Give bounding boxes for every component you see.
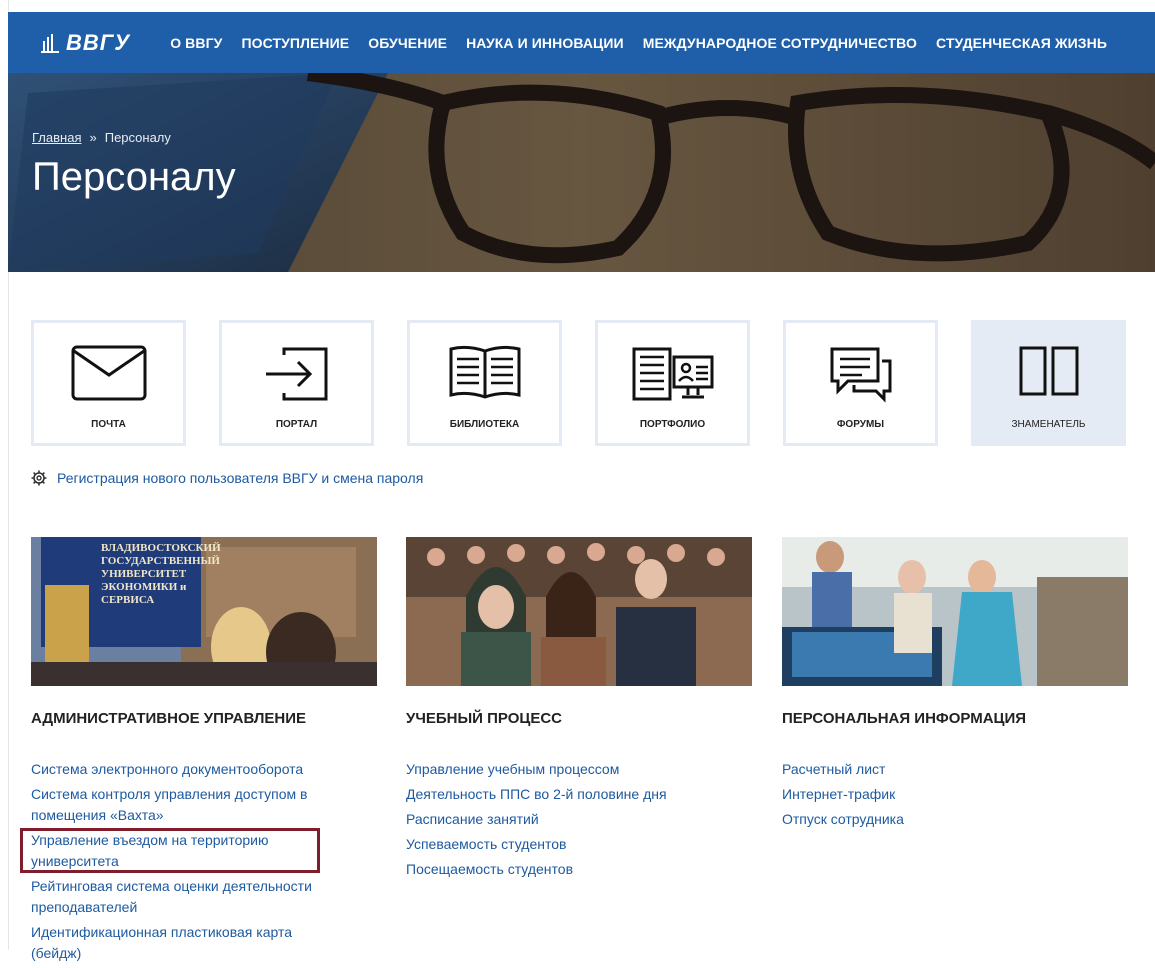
tile-week-parity[interactable]: ЗНАМЕНАТЕЛЬ (971, 320, 1126, 446)
photo-sign-line-3: УНИВЕРСИТЕТ (101, 568, 187, 580)
link-id-card[interactable]: Идентификационная пластиковая карта (бей… (31, 922, 341, 964)
service-tiles: ПОЧТА ПОРТАЛ БИБЛИОТЕКА ПОРТФОЛИО ФОРУМЫ… (31, 320, 1155, 446)
admin-section-title: АДМИНИСТРАТИВНОЕ УПРАВЛЕНИЕ (31, 710, 307, 727)
breadcrumb-current: Персоналу (104, 130, 171, 145)
registration-link[interactable]: Регистрация нового пользователя ВВГУ и с… (57, 470, 423, 486)
registration-row: Регистрация нового пользователя ВВГУ и с… (31, 470, 423, 486)
link-afternoon-activity[interactable]: Деятельность ППС во 2-й половине дня (406, 784, 716, 805)
photo-sign-line-1: ВЛАДИВОСТОКСКИЙ (101, 542, 221, 554)
study-photo[interactable] (406, 537, 752, 686)
tile-mail-label: ПОЧТА (91, 419, 126, 430)
main-nav: О ВВГУ ПОСТУПЛЕНИЕ ОБУЧЕНИЕ НАУКА И ИННО… (170, 35, 1126, 51)
tile-portfolio-label: ПОРТФОЛИО (639, 419, 706, 430)
tile-library-label: БИБЛИОТЕКА (449, 419, 520, 430)
admin-photo-image: ВЛАДИВОСТОКСКИЙ ГОСУДАРСТВЕННЫЙ УНИВЕРСИ… (31, 537, 377, 686)
link-grades[interactable]: Успеваемость студентов (406, 834, 716, 855)
breadcrumb-separator: » (89, 130, 97, 145)
link-study-management[interactable]: Управление учебным процессом (406, 759, 716, 780)
tile-forums[interactable]: ФОРУМЫ (783, 320, 938, 446)
personal-photo[interactable] (782, 537, 1128, 686)
week-parity-icon (1019, 346, 1078, 396)
tile-week-parity-label: ЗНАМЕНАТЕЛЬ (1011, 419, 1086, 430)
study-photo-image (406, 537, 752, 686)
breadcrumb: Главная » Персоналу (32, 130, 171, 145)
tile-portfolio[interactable]: ПОРТФОЛИО (595, 320, 750, 446)
link-schedule[interactable]: Расписание занятий (406, 809, 716, 830)
nav-about[interactable]: О ВВГУ (170, 35, 222, 51)
site-logo[interactable]: ВВГУ (40, 30, 130, 56)
nav-international[interactable]: МЕЖДУНАРОДНОЕ СОТРУДНИЧЕСТВО (643, 35, 917, 51)
nav-education[interactable]: ОБУЧЕНИЕ (368, 35, 447, 51)
nav-admission[interactable]: ПОСТУПЛЕНИЕ (241, 35, 349, 51)
breadcrumb-home-link[interactable]: Главная (32, 130, 81, 145)
photo-sign-line-5: СЕРВИСА (101, 594, 154, 606)
personal-links: Расчетный лист Интернет-трафик Отпуск со… (782, 759, 1092, 834)
photo-sign-line-4: ЭКОНОМИКИ и (101, 581, 187, 593)
logo-mark-icon (41, 33, 59, 53)
gear-icon (31, 470, 47, 486)
admin-photo[interactable]: ВЛАДИВОСТОКСКИЙ ГОСУДАРСТВЕННЫЙ УНИВЕРСИ… (31, 537, 377, 686)
tile-portal[interactable]: ПОРТАЛ (219, 320, 374, 446)
login-icon (265, 347, 327, 401)
page-title: Персоналу (32, 155, 236, 199)
site-header: ВВГУ О ВВГУ ПОСТУПЛЕНИЕ ОБУЧЕНИЕ НАУКА И… (8, 12, 1155, 73)
chat-icon (830, 347, 891, 403)
link-vacation[interactable]: Отпуск сотрудника (782, 809, 1092, 830)
logo-text: ВВГУ (66, 29, 131, 55)
link-attendance[interactable]: Посещаемость студентов (406, 859, 716, 880)
study-section-title: УЧЕБНЫЙ ПРОЦЕСС (406, 710, 563, 727)
study-links: Управление учебным процессом Деятельност… (406, 759, 716, 884)
photo-sign-line-2: ГОСУДАРСТВЕННЫЙ (101, 555, 220, 567)
personal-photo-image (782, 537, 1128, 686)
hero-banner: Главная » Персоналу Персоналу (8, 73, 1155, 272)
link-payslip[interactable]: Расчетный лист (782, 759, 1092, 780)
personal-section-title: ПЕРСОНАЛЬНАЯ ИНФОРМАЦИЯ (782, 710, 1027, 727)
envelope-icon (71, 345, 146, 401)
tile-library[interactable]: БИБЛИОТЕКА (407, 320, 562, 446)
link-edms[interactable]: Система электронного документооборота (31, 759, 341, 780)
highlight-box (20, 828, 320, 873)
tile-mail[interactable]: ПОЧТА (31, 320, 186, 446)
book-icon (449, 345, 520, 399)
link-access-control[interactable]: Система контроля управления доступом в п… (31, 784, 341, 826)
link-rating-system[interactable]: Рейтинговая система оценки деятельности … (31, 876, 341, 918)
portfolio-icon (632, 347, 713, 401)
nav-student-life[interactable]: СТУДЕНЧЕСКАЯ ЖИЗНЬ (936, 35, 1107, 51)
nav-science[interactable]: НАУКА И ИННОВАЦИИ (466, 35, 624, 51)
tile-forums-label: ФОРУМЫ (836, 419, 885, 430)
link-internet-traffic[interactable]: Интернет-трафик (782, 784, 1092, 805)
tile-portal-label: ПОРТАЛ (275, 419, 318, 430)
